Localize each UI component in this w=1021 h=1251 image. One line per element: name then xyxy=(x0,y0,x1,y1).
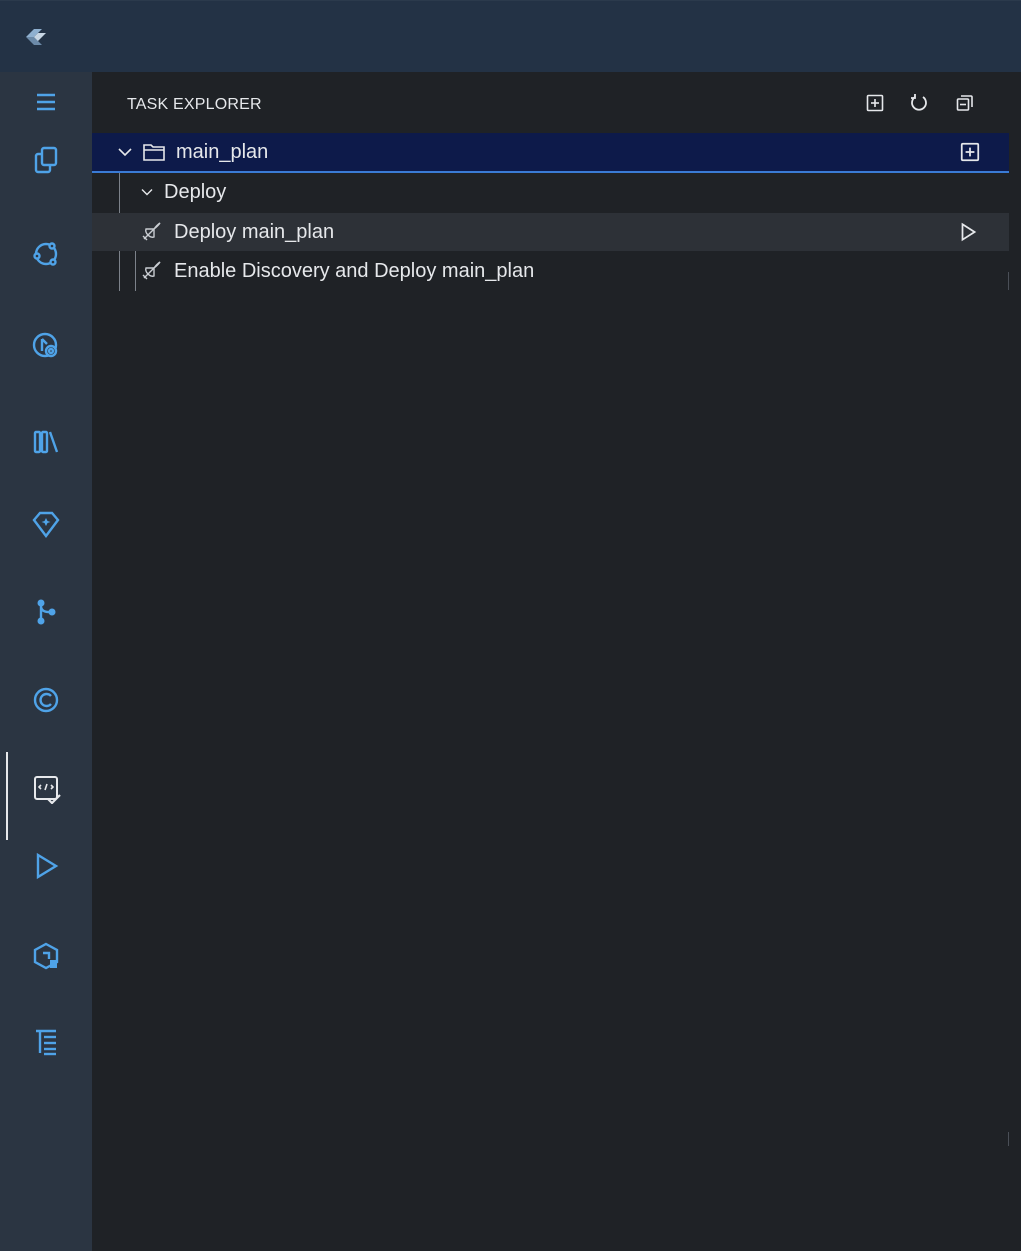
deploy-monitor-icon[interactable] xyxy=(0,318,92,374)
task-explorer-icon[interactable] xyxy=(0,752,92,840)
run-task-icon[interactable] xyxy=(957,221,979,243)
panel-edge xyxy=(1008,272,1009,290)
rocket-icon xyxy=(140,260,162,282)
chevron-down-icon[interactable] xyxy=(116,143,134,161)
refresh-icon[interactable] xyxy=(906,90,932,116)
tree-item-task[interactable]: Deploy main_plan xyxy=(92,213,1009,251)
tree-item-label: Enable Discovery and Deploy main_plan xyxy=(174,259,535,282)
explorer-icon[interactable] xyxy=(0,132,92,188)
outline-icon[interactable] xyxy=(0,1014,92,1070)
tree-item-deploy[interactable]: Deploy xyxy=(92,173,1009,211)
chevron-down-icon[interactable] xyxy=(138,183,156,201)
panel-edge xyxy=(1008,1132,1009,1146)
new-task-icon[interactable] xyxy=(862,90,888,116)
integrations-icon[interactable] xyxy=(0,226,92,282)
activity-bar xyxy=(0,72,92,1251)
menu-icon[interactable] xyxy=(0,74,92,130)
panel-header: TASK EXPLORER xyxy=(92,72,1009,132)
panel-title: TASK EXPLORER xyxy=(127,96,262,113)
collapse-all-icon[interactable] xyxy=(952,90,978,116)
app-logo-icon xyxy=(26,29,46,45)
gem-icon[interactable] xyxy=(0,496,92,552)
tree-item-task[interactable]: Enable Discovery and Deploy main_plan xyxy=(92,252,1009,290)
extensions-icon[interactable] xyxy=(0,928,92,984)
tree-item-label: Deploy xyxy=(164,180,227,203)
title-bar xyxy=(0,0,1021,73)
run-icon[interactable] xyxy=(0,838,92,894)
folder-icon xyxy=(142,141,166,163)
tree-item-label: Deploy main_plan xyxy=(174,220,335,243)
tree-item-label: main_plan xyxy=(176,140,269,163)
copyright-icon[interactable] xyxy=(0,672,92,728)
task-explorer-panel: TASK EXPLORER main_plan Deploy Deploy ma… xyxy=(92,72,1021,1251)
tree-item-main-plan[interactable]: main_plan xyxy=(92,133,1009,173)
library-icon[interactable] xyxy=(0,414,92,470)
add-task-icon[interactable] xyxy=(959,141,981,163)
source-control-icon[interactable] xyxy=(0,584,92,640)
rocket-icon xyxy=(140,221,162,243)
